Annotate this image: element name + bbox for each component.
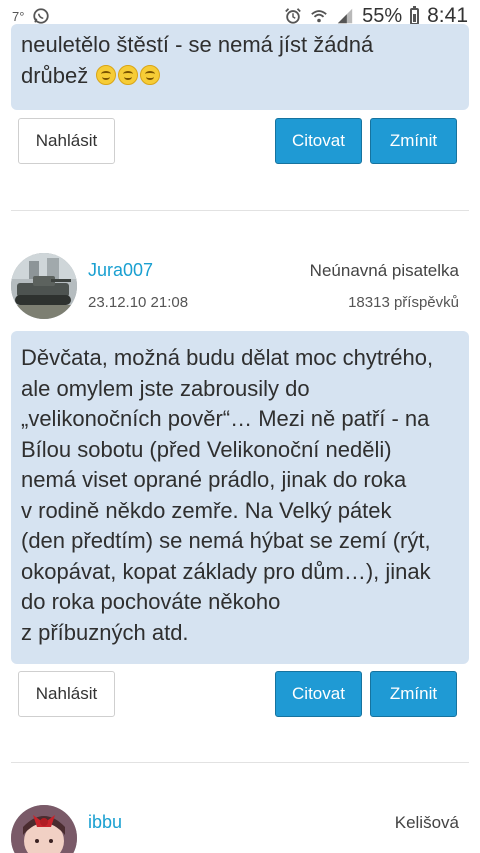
post-divider [11,210,469,211]
post-body: Děvčata, možná budu dělat moc chytrého, … [11,331,469,664]
user-rank: Kelišová [394,813,459,832]
post-text-fragment: drůbež [21,62,89,88]
quote-button[interactable]: Citovat [275,118,362,164]
alarm-icon [285,8,301,24]
signal-icon [337,8,353,24]
username-link[interactable]: Jura007 [88,260,153,281]
post-text-line: Bílou sobotu (před Velikonoční neděli) [21,436,392,462]
temperature-indicator: 7° [12,8,25,24]
post-body-previous: neuletělo štěstí - se nemá jíst žádná dr… [11,24,469,110]
post-text-line: „velikonočních pověr“… Mezi ně patří - n… [21,406,430,431]
report-button[interactable]: Nahlásit [18,118,115,164]
smiling-face-icon [118,64,139,85]
smiling-face-icon [140,64,161,85]
avatar-image [11,805,77,853]
quote-button[interactable]: Citovat [275,671,362,717]
post-text-line: Děvčata, možná budu dělat moc chytrého, [21,345,434,370]
post-date: 23.12.10 21:08 [88,294,189,311]
post-text-line: okopávat, kopat základy pro dům…), jinak [21,558,431,584]
post-text-line: ale omylem jste zabrousily do [21,375,310,401]
mention-button[interactable]: Zmínit [370,671,457,717]
post-text-line: neuletělo štěstí - se nemá jíst žádná [21,32,374,57]
report-button[interactable]: Nahlásit [18,671,115,717]
user-post-count: 18313 příspěvků [348,294,459,311]
post-text-line: do roka pochováte někoho [21,589,281,614]
post-text-line: z příbuzných atd. [21,619,189,645]
post-divider [11,762,469,763]
user-rank: Neúnavná pisatelka [309,261,459,280]
battery-icon [410,5,420,25]
username-link[interactable]: ibbu [88,812,122,833]
post-text-line: nemá viset oprané prádlo, jinak do roka [21,467,407,492]
whatsapp-icon [33,8,50,24]
avatar-image [11,253,77,319]
avatar[interactable] [11,805,77,853]
post-text-line: drůbež [21,61,459,92]
post-text-line: (den předtím) se nemá hýbat se zemí (rýt… [21,528,431,553]
avatar[interactable] [11,253,77,319]
smiling-face-icon [96,64,117,85]
post-text-line: v rodině někdo zemře. Na Velký pátek [21,497,392,523]
wifi-icon [311,10,327,23]
mention-button[interactable]: Zmínit [370,118,457,164]
